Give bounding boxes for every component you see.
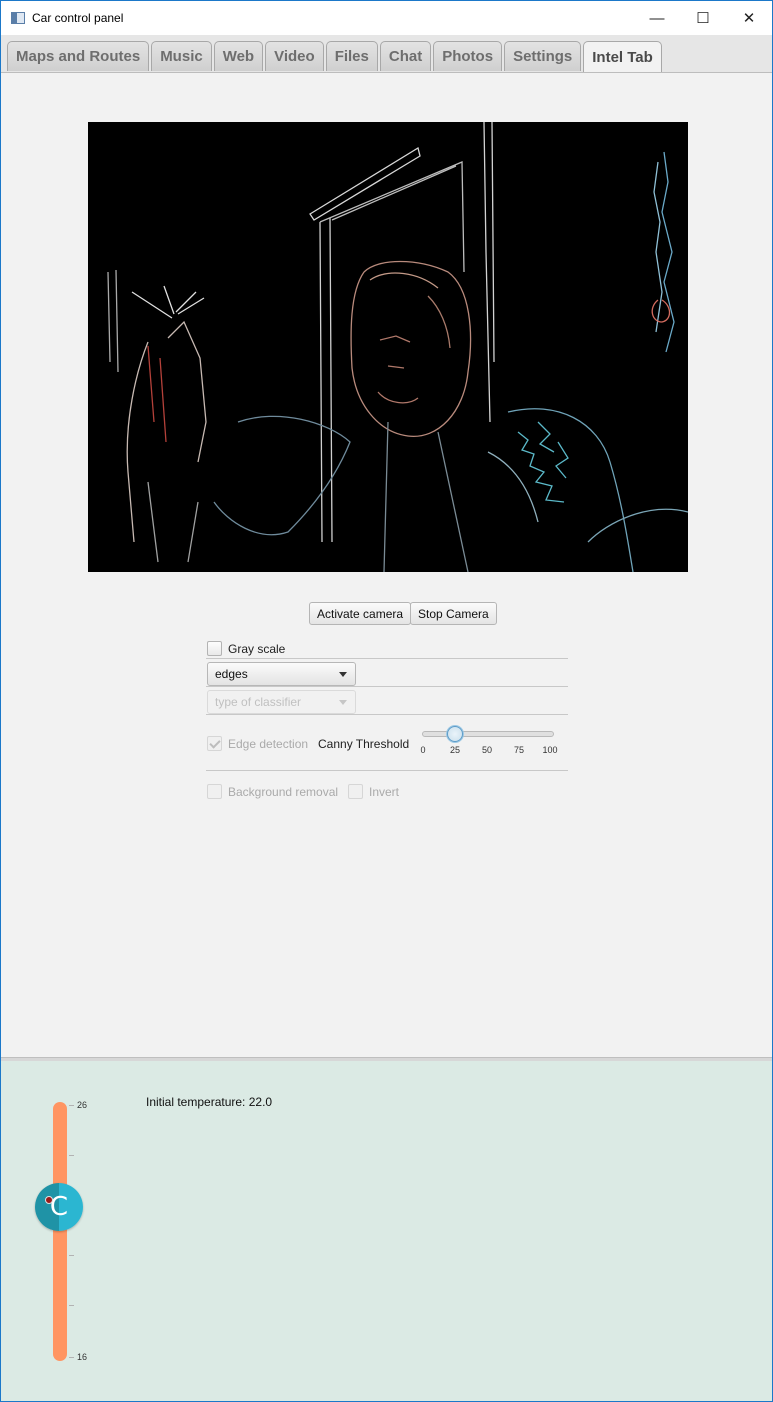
slider-tick <box>69 1255 74 1256</box>
slider-tick-label: 100 <box>542 745 558 755</box>
slider-tick <box>69 1357 74 1358</box>
tab-photos[interactable]: Photos <box>433 41 503 71</box>
intel-tab-content: Activate camera Stop Camera Gray scale e… <box>1 73 772 1057</box>
tab-chat[interactable]: Chat <box>379 41 432 71</box>
tab-music[interactable]: Music <box>151 41 212 71</box>
background-removal-checkbox[interactable] <box>207 784 222 799</box>
tab-files[interactable]: Files <box>325 41 378 71</box>
mode-select[interactable]: edges <box>207 662 356 686</box>
canny-threshold-slider[interactable] <box>422 731 554 737</box>
stop-camera-button[interactable]: Stop Camera <box>410 602 497 625</box>
background-removal-label: Background removal <box>228 785 339 799</box>
minimize-button[interactable]: — <box>634 1 680 35</box>
separator <box>206 686 568 687</box>
invert-label: Invert <box>369 785 400 799</box>
slider-tick <box>69 1105 74 1106</box>
edge-detected-image <box>107 122 688 572</box>
camera-view <box>88 122 688 572</box>
activate-camera-button[interactable]: Activate camera <box>309 602 412 625</box>
canny-threshold-slider-thumb[interactable] <box>446 726 463 742</box>
gray-scale-checkbox[interactable] <box>207 641 222 656</box>
slider-tick-label: 25 <box>449 745 461 755</box>
close-button[interactable]: ✕ <box>726 1 772 35</box>
tab-intel[interactable]: Intel Tab <box>583 41 662 72</box>
slider-tick <box>69 1155 74 1156</box>
initial-temperature-text: Initial temperature: 22.0 <box>146 1095 273 1109</box>
celsius-icon: C <box>49 1192 69 1222</box>
temperature-panel: 26 16 C Initial temperature: 22.0 <box>1 1061 772 1401</box>
chevron-down-icon <box>339 700 347 705</box>
tab-settings[interactable]: Settings <box>504 41 582 71</box>
temperature-slider[interactable] <box>53 1102 67 1361</box>
maximize-button[interactable]: ☐ <box>680 1 726 35</box>
tab-maps-and-routes[interactable]: Maps and Routes <box>7 41 150 71</box>
window-controls: — ☐ ✕ <box>634 1 772 35</box>
app-icon <box>11 12 25 24</box>
temperature-max-label: 26 <box>77 1100 88 1110</box>
separator <box>206 770 568 771</box>
window-title: Car control panel <box>32 11 124 25</box>
tab-web[interactable]: Web <box>213 41 264 71</box>
canny-threshold-label: Canny Threshold <box>318 737 410 751</box>
title-bar: Car control panel — ☐ ✕ <box>1 1 772 35</box>
temperature-min-label: 16 <box>77 1352 88 1362</box>
slider-tick <box>69 1305 74 1306</box>
separator <box>206 658 568 659</box>
tab-bar: Maps and Routes Music Web Video Files Ch… <box>1 35 772 73</box>
knob-indicator-dot <box>45 1196 53 1204</box>
classifier-select-placeholder: type of classifier <box>215 695 302 709</box>
tab-video[interactable]: Video <box>265 41 324 71</box>
invert-checkbox[interactable] <box>348 784 363 799</box>
temperature-knob[interactable]: C <box>35 1183 83 1231</box>
slider-tick-label: 0 <box>420 745 426 755</box>
chevron-down-icon <box>339 672 347 677</box>
app-window: Car control panel — ☐ ✕ Maps and Routes … <box>0 0 773 1402</box>
classifier-select[interactable]: type of classifier <box>207 690 356 714</box>
separator <box>206 714 568 715</box>
mode-select-value: edges <box>215 667 248 681</box>
slider-tick-label: 50 <box>481 745 493 755</box>
edge-detection-label: Edge detection <box>228 737 309 751</box>
slider-tick-label: 75 <box>513 745 525 755</box>
edge-detection-checkbox[interactable] <box>207 736 222 751</box>
gray-scale-label: Gray scale <box>228 642 286 656</box>
